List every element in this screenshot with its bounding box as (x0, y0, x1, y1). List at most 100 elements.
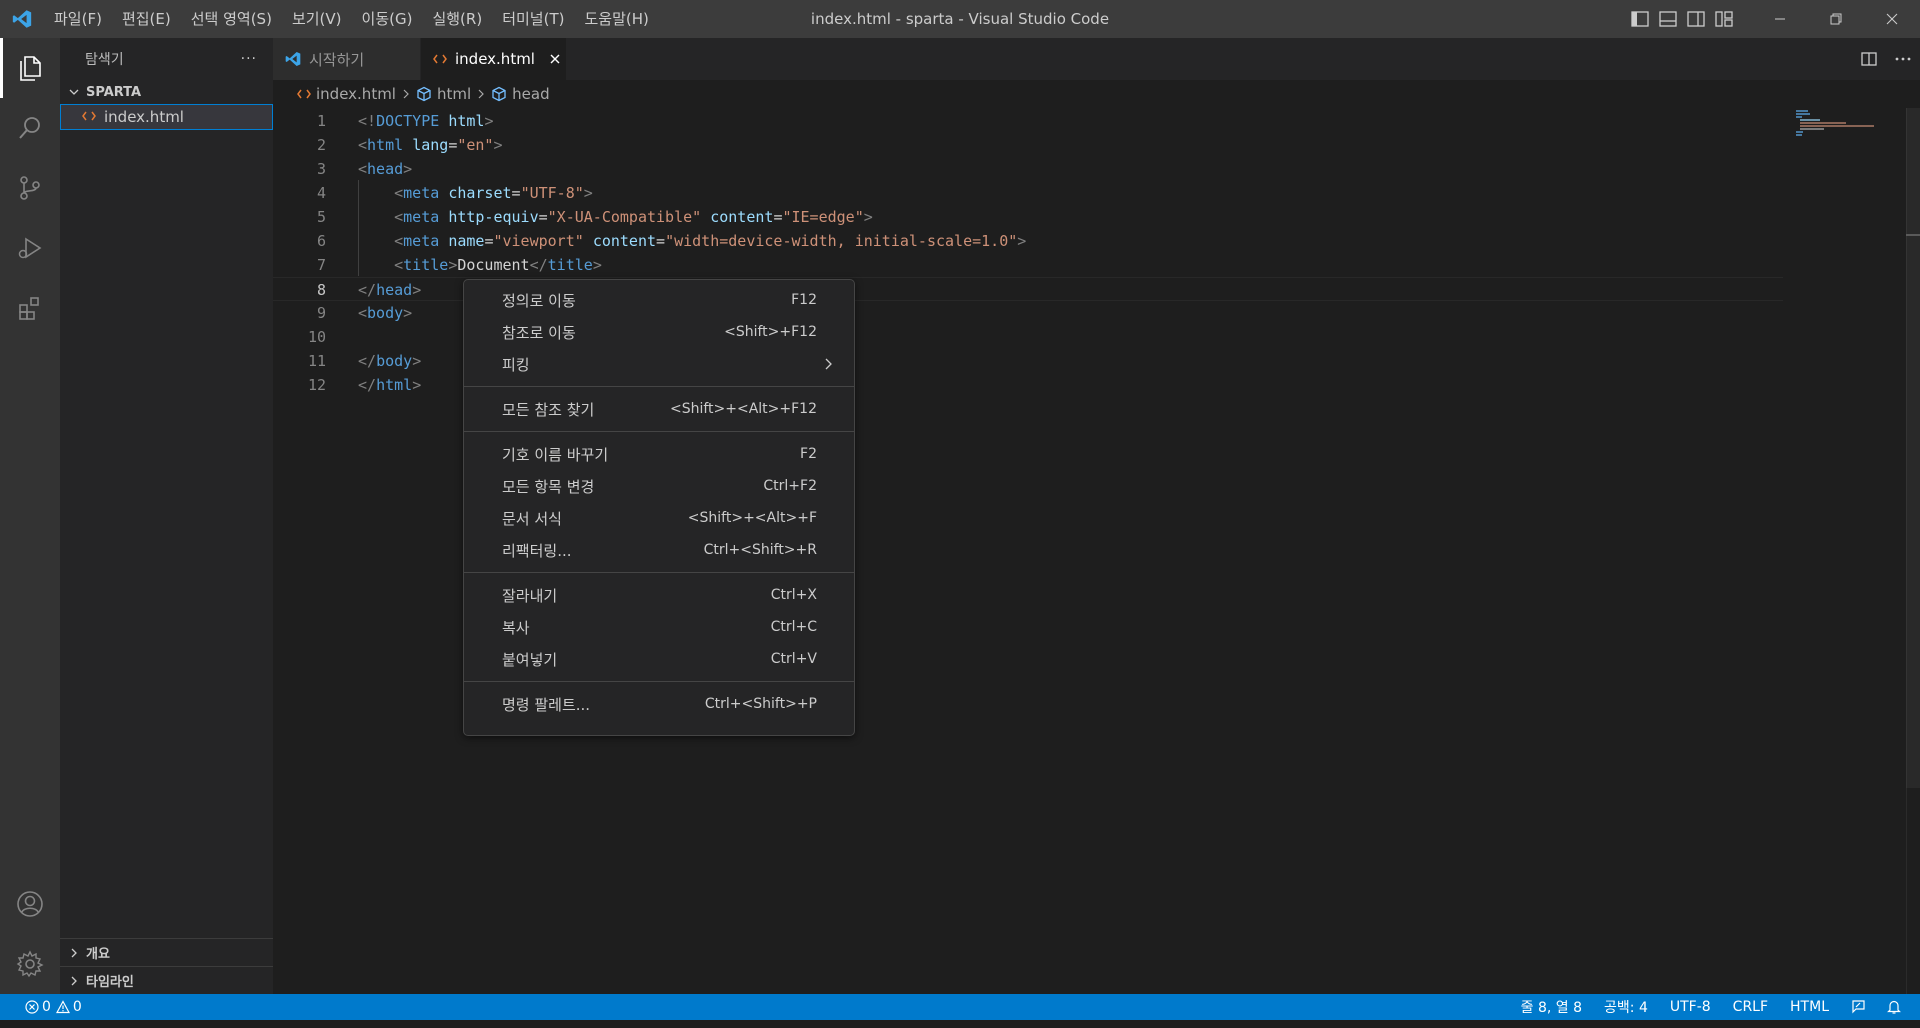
code-token: > (412, 352, 422, 370)
context-menu-item[interactable]: 리팩터링... Ctrl+<Shift>+R (464, 534, 854, 566)
search-icon[interactable] (0, 98, 60, 158)
menu-separator (464, 572, 854, 573)
code-token: < (394, 256, 404, 274)
menu-item-1[interactable]: 편집(E) (112, 0, 181, 38)
breadcrumb-html[interactable]: html (416, 85, 471, 103)
code-line[interactable]: 1 <!DOCTYPE html> (273, 109, 1783, 133)
menu-item-2[interactable]: 선택 영역(S) (181, 0, 282, 38)
toggle-panel-icon[interactable] (1654, 0, 1682, 38)
problems-status[interactable]: 0 0 (18, 999, 89, 1015)
error-icon (25, 1000, 39, 1014)
customize-layout-icon[interactable] (1710, 0, 1738, 38)
context-menu-item[interactable]: 문서 서식 <Shift>+<Alt>+F (464, 502, 854, 534)
menu-item-label: 리팩터링... (502, 541, 572, 560)
minimap[interactable] (1796, 108, 1906, 148)
run-debug-icon[interactable] (0, 218, 60, 278)
code-text: <meta http-equiv="X-UA-Compatible" conte… (358, 205, 873, 229)
close-tab-icon[interactable] (549, 53, 561, 65)
menu-item-shortcut: Ctrl+<Shift>+R (703, 542, 817, 558)
extensions-icon[interactable] (0, 278, 60, 338)
tab-index-html[interactable]: index.html (421, 38, 567, 80)
file-item-index-html[interactable]: index.html (60, 104, 273, 130)
menu-item-7[interactable]: 도움말(H) (574, 0, 658, 38)
vscode-logo-icon (285, 51, 301, 67)
encoding-status[interactable]: UTF-8 (1659, 999, 1722, 1015)
menu-item-5[interactable]: 실행(R) (422, 0, 492, 38)
code-line[interactable]: 6 <meta name="viewport" content="width=d… (273, 229, 1783, 253)
breadcrumb-head[interactable]: head (491, 85, 550, 103)
files-icon[interactable] (0, 38, 60, 98)
outline-section[interactable]: 개요 (60, 938, 273, 966)
close-window-button[interactable] (1864, 0, 1920, 38)
breadcrumb: index.html html head (273, 80, 1920, 108)
code-token: < (394, 208, 404, 226)
activity-bar (0, 38, 60, 994)
menu-item-label: 잘라내기 (502, 586, 558, 605)
menu-item-6[interactable]: 터미널(T) (492, 0, 574, 38)
folder-section-sparta[interactable]: SPARTA (60, 80, 273, 104)
code-line[interactable]: 5 <meta http-equiv="X-UA-Compatible" con… (273, 205, 1783, 229)
code-line[interactable]: 7 <title>Document</title> (273, 253, 1783, 277)
menu-item-4[interactable]: 이동(G) (352, 0, 423, 38)
context-menu-item[interactable]: 모든 항목 변경 Ctrl+F2 (464, 470, 854, 502)
menu-item-label: 명령 팔레트... (502, 695, 591, 714)
menu-item-label: 문서 서식 (502, 509, 562, 528)
toggle-primary-sidebar-icon[interactable] (1626, 0, 1654, 38)
settings-gear-icon[interactable] (0, 934, 60, 994)
code-token: html (448, 112, 485, 130)
context-menu-item[interactable]: 모든 참조 찾기 <Shift>+<Alt>+F12 (464, 393, 854, 425)
html-file-icon (297, 88, 311, 100)
context-menu-item[interactable]: 복사 Ctrl+C (464, 611, 854, 643)
code-token: > (583, 184, 593, 202)
scrollbar-thumb[interactable] (1906, 108, 1920, 788)
context-menu-item[interactable]: 기호 이름 바꾸기 F2 (464, 438, 854, 470)
menu-item-shortcut: Ctrl+F2 (763, 478, 817, 494)
language-mode[interactable]: HTML (1779, 999, 1840, 1015)
file-name: index.html (104, 108, 184, 126)
menu-item-3[interactable]: 보기(V) (282, 0, 352, 38)
source-control-icon[interactable] (0, 158, 60, 218)
toggle-secondary-sidebar-icon[interactable] (1682, 0, 1710, 38)
code-text: <head> (358, 157, 412, 181)
context-menu-item[interactable]: 잘라내기 Ctrl+X (464, 579, 854, 611)
account-icon[interactable] (0, 874, 60, 934)
eol-status[interactable]: CRLF (1722, 999, 1779, 1015)
indentation-status[interactable]: 공백: 4 (1593, 997, 1659, 1017)
context-menu-item[interactable]: 명령 팔레트... Ctrl+<Shift>+P (464, 688, 854, 720)
code-token: </ (529, 256, 548, 274)
code-line[interactable]: 4 <meta charset="UTF-8"> (273, 181, 1783, 205)
menu-item-0[interactable]: 파일(F) (44, 0, 112, 38)
folder-name: SPARTA (86, 84, 142, 100)
code-token: < (358, 136, 368, 154)
code-line[interactable]: 3 <head> (273, 157, 1783, 181)
editor-actions (1852, 38, 1920, 80)
more-actions-icon[interactable] (1886, 38, 1920, 80)
code-line[interactable]: 2 <html lang="en"> (273, 133, 1783, 157)
menu-item-shortcut: Ctrl+C (770, 619, 817, 635)
code-token: html (367, 136, 404, 154)
context-menu-item[interactable]: 붙여넣기 Ctrl+V (464, 643, 854, 675)
minimize-button[interactable] (1752, 0, 1808, 38)
more-actions-icon[interactable]: ··· (241, 51, 257, 67)
restore-button[interactable] (1808, 0, 1864, 38)
feedback-icon[interactable] (1840, 999, 1878, 1015)
code-token: > (412, 281, 422, 299)
context-menu-item[interactable]: 정의로 이동 F12 (464, 284, 854, 316)
notifications-bell-icon[interactable] (1878, 999, 1910, 1015)
context-menu-item[interactable]: 참조로 이동 <Shift>+F12 (464, 316, 854, 348)
tab-welcome[interactable]: 시작하기 (273, 38, 421, 80)
code-token: "X-UA-Compatible" (547, 208, 702, 226)
context-menu-item[interactable]: 피킹 (464, 348, 854, 380)
timeline-section[interactable]: 타임라인 (60, 966, 273, 994)
breadcrumb-file[interactable]: index.html (297, 85, 396, 103)
editor-scrollbar[interactable] (1906, 108, 1920, 994)
code-token: = (511, 184, 521, 202)
code-token: </ (358, 376, 377, 394)
split-editor-icon[interactable] (1852, 38, 1886, 80)
cursor-position[interactable]: 줄 8, 열 8 (1510, 997, 1593, 1017)
